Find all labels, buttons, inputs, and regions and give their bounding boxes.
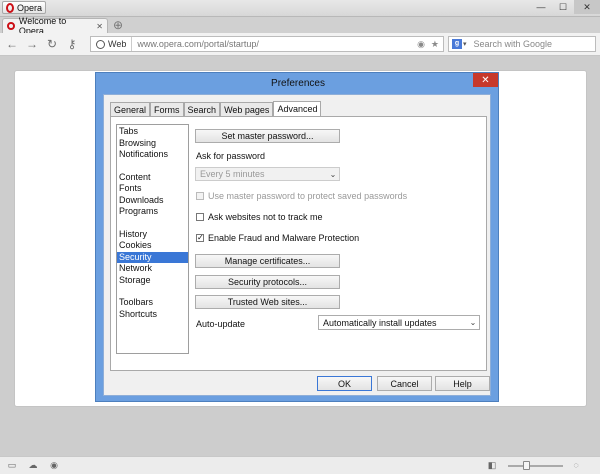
fraud-protection-checkbox[interactable]: ✓ bbox=[196, 234, 204, 242]
category-list[interactable]: Tabs Browsing Notifications Content Font… bbox=[116, 124, 189, 354]
zoom-slider[interactable] bbox=[508, 465, 563, 467]
turbo-icon[interactable]: ◉ bbox=[48, 460, 60, 470]
auto-update-value: Automatically install updates bbox=[323, 317, 437, 328]
security-protocols-button[interactable]: Security protocols... bbox=[195, 275, 340, 289]
tab-advanced[interactable]: Advanced bbox=[273, 101, 322, 116]
advanced-panel: Tabs Browsing Notifications Content Font… bbox=[110, 116, 487, 371]
cancel-button[interactable]: Cancel bbox=[377, 376, 432, 391]
use-master-password-option[interactable]: Use master password to protect saved pas… bbox=[196, 191, 407, 201]
category-history[interactable]: History bbox=[117, 229, 188, 241]
search-field[interactable]: g ▾ Search with Google bbox=[448, 36, 596, 52]
panel-toggle-icon[interactable]: ▭ bbox=[6, 460, 18, 470]
close-icon[interactable]: ✕ bbox=[574, 0, 600, 14]
category-security[interactable]: Security bbox=[117, 251, 188, 263]
use-master-password-checkbox[interactable] bbox=[196, 192, 204, 200]
site-info-label: Web bbox=[108, 39, 127, 49]
google-icon: g bbox=[452, 39, 462, 49]
rss-icon[interactable]: ◉ bbox=[417, 39, 425, 50]
do-not-track-label: Ask websites not to track me bbox=[208, 212, 323, 222]
url-text[interactable]: www.opera.com/portal/startup/ bbox=[132, 39, 259, 49]
category-tabs[interactable]: Tabs bbox=[117, 126, 188, 138]
search-placeholder: Search with Google bbox=[473, 39, 553, 49]
trusted-web-sites-button[interactable]: Trusted Web sites... bbox=[195, 295, 340, 309]
do-not-track-checkbox[interactable] bbox=[196, 213, 204, 221]
new-tab-icon[interactable]: ⊕ bbox=[112, 19, 124, 31]
forward-arrow-icon[interactable]: → bbox=[24, 36, 40, 52]
window-title-bar: Opera — ☐ ✕ bbox=[0, 0, 600, 17]
opera-menu-button[interactable]: Opera bbox=[2, 1, 46, 14]
category-browsing[interactable]: Browsing bbox=[117, 138, 188, 150]
category-content[interactable]: Content bbox=[117, 172, 188, 184]
minimize-icon[interactable]: — bbox=[530, 0, 552, 14]
view-icon[interactable]: ◧ bbox=[486, 460, 498, 470]
opera-favicon-icon bbox=[7, 22, 15, 30]
category-cookies[interactable]: Cookies bbox=[117, 240, 188, 252]
tab-forms[interactable]: Forms bbox=[150, 102, 184, 116]
cloud-icon[interactable]: ☁ bbox=[27, 460, 39, 470]
key-icon[interactable]: ⚷ bbox=[64, 36, 80, 52]
manage-certificates-button[interactable]: Manage certificates... bbox=[195, 254, 340, 268]
reload-icon[interactable]: ↻ bbox=[44, 36, 60, 52]
category-notifications[interactable]: Notifications bbox=[117, 149, 188, 161]
tab-general[interactable]: General bbox=[110, 102, 151, 116]
category-programs[interactable]: Programs bbox=[117, 206, 188, 218]
globe-icon bbox=[96, 39, 105, 49]
zoom-slider-handle[interactable] bbox=[523, 461, 530, 470]
category-spacer bbox=[117, 286, 188, 297]
fraud-protection-label: Enable Fraud and Malware Protection bbox=[208, 233, 360, 243]
dialog-title: Preferences bbox=[271, 77, 325, 89]
ask-for-password-label: Ask for password bbox=[196, 151, 266, 161]
tab-bar: Welcome to Opera ✕ ⊕ bbox=[0, 16, 600, 36]
tab-search[interactable]: Search bbox=[183, 102, 221, 116]
dialog-body: General Forms Search Web pages Advanced … bbox=[103, 94, 491, 396]
dialog-close-button[interactable]: ✕ bbox=[473, 73, 498, 87]
status-bar: ▭ ☁ ◉ ◧ ◌ bbox=[0, 456, 600, 474]
tab-web-pages[interactable]: Web pages bbox=[220, 102, 274, 116]
category-downloads[interactable]: Downloads bbox=[117, 195, 188, 207]
category-shortcuts[interactable]: Shortcuts bbox=[117, 309, 188, 321]
ok-button[interactable]: OK bbox=[317, 376, 372, 391]
window-controls: — ☐ ✕ bbox=[530, 0, 600, 14]
chevron-down-icon: ▾ bbox=[463, 41, 467, 48]
category-toolbars[interactable]: Toolbars bbox=[117, 297, 188, 309]
preferences-tabs: General Forms Search Web pages Advanced bbox=[110, 101, 322, 116]
help-button[interactable]: Help bbox=[435, 376, 490, 391]
opera-logo-icon bbox=[6, 2, 14, 13]
navigation-bar: ← → ↻ ⚷ Web www.opera.com/portal/startup… bbox=[0, 33, 600, 56]
search-engine-selector[interactable]: g ▾ bbox=[449, 37, 470, 51]
auto-update-label: Auto-update bbox=[196, 319, 246, 329]
auto-update-select[interactable]: Automatically install updates ⌄ bbox=[318, 315, 480, 330]
site-info-chip[interactable]: Web bbox=[91, 37, 133, 51]
chevron-down-icon: ⌄ bbox=[329, 169, 337, 179]
set-master-password-button[interactable]: Set master password... bbox=[195, 129, 340, 143]
category-spacer bbox=[117, 218, 188, 229]
zoom-reset-icon[interactable]: ◌ bbox=[570, 460, 582, 470]
opera-menu-label: Opera bbox=[17, 2, 43, 13]
ask-for-password-value: Every 5 minutes bbox=[200, 169, 265, 179]
ask-for-password-select[interactable]: Every 5 minutes ⌄ bbox=[195, 167, 340, 181]
star-icon[interactable]: ★ bbox=[431, 39, 439, 50]
preferences-dialog: Preferences ✕ General Forms Search Web p… bbox=[95, 72, 499, 402]
tab-welcome[interactable]: Welcome to Opera ✕ bbox=[2, 16, 108, 36]
category-storage[interactable]: Storage bbox=[117, 275, 188, 287]
fraud-protection-option[interactable]: ✓ Enable Fraud and Malware Protection bbox=[196, 233, 359, 243]
back-arrow-icon[interactable]: ← bbox=[4, 36, 20, 52]
do-not-track-option[interactable]: Ask websites not to track me bbox=[196, 212, 323, 222]
address-bar[interactable]: Web www.opera.com/portal/startup/ ◉ ★ bbox=[90, 36, 444, 52]
category-network[interactable]: Network bbox=[117, 263, 188, 275]
maximize-icon[interactable]: ☐ bbox=[552, 0, 574, 14]
category-spacer bbox=[117, 161, 188, 172]
use-master-password-label: Use master password to protect saved pas… bbox=[208, 191, 408, 201]
category-fonts[interactable]: Fonts bbox=[117, 183, 188, 195]
chevron-down-icon: ⌄ bbox=[469, 318, 477, 327]
address-actions: ◉ ★ bbox=[417, 39, 443, 50]
tab-close-icon[interactable]: ✕ bbox=[96, 22, 103, 31]
